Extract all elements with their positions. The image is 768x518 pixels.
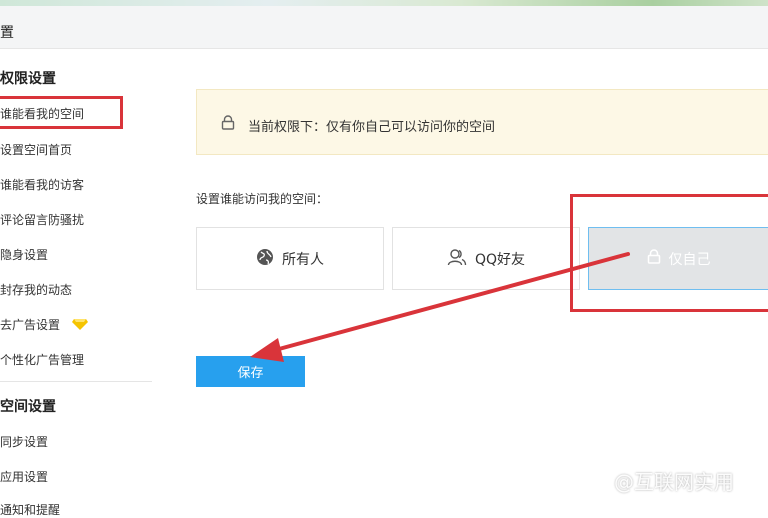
sidebar-item-ad-removal[interactable]: 去广告设置 xyxy=(0,316,88,333)
sidebar-item-anti-spam[interactable]: 评论留言防骚扰 xyxy=(0,211,84,228)
option-label: 所有人 xyxy=(282,251,324,268)
option-qq-friends[interactable]: QQ好友 xyxy=(392,227,580,290)
sidebar-item-visitors[interactable]: 谁能看我的访客 xyxy=(0,176,84,193)
friends-icon xyxy=(447,248,467,270)
highlight-only-me-option xyxy=(570,194,768,312)
highlight-sidebar-item xyxy=(0,96,123,129)
permission-notice: 当前权限下：仅有你自己可以访问你的空间 xyxy=(196,89,768,155)
sidebar-item-homepage[interactable]: 设置空间首页 xyxy=(0,141,72,158)
globe-icon xyxy=(256,248,274,270)
sidebar-item-invisible[interactable]: 隐身设置 xyxy=(0,246,48,263)
lock-icon xyxy=(221,115,235,134)
save-button[interactable]: 保存 xyxy=(196,356,305,387)
sidebar-item-archive[interactable]: 封存我的动态 xyxy=(0,281,72,298)
watermark: @互联网实用 xyxy=(614,470,734,494)
notice-text: 当前权限下：仅有你自己可以访问你的空间 xyxy=(248,120,496,135)
section-title-space: 空间设置 xyxy=(0,399,56,415)
access-prompt-label: 设置谁能访问我的空间： xyxy=(196,192,329,206)
sidebar-item-apps[interactable]: 应用设置 xyxy=(0,468,48,485)
page-title: 置 xyxy=(0,25,14,41)
diamond-icon xyxy=(71,318,88,333)
option-everyone[interactable]: 所有人 xyxy=(196,227,384,290)
section-title-permissions: 权限设置 xyxy=(0,71,56,87)
sidebar-item-sync[interactable]: 同步设置 xyxy=(0,433,48,450)
sidebar-item-personalized-ads[interactable]: 个性化广告管理 xyxy=(0,351,84,368)
option-label: QQ好友 xyxy=(474,251,526,268)
header-bar: 置 xyxy=(0,6,768,49)
sidebar-divider xyxy=(0,381,152,382)
sidebar-item-label: 去广告设置 xyxy=(0,318,61,332)
